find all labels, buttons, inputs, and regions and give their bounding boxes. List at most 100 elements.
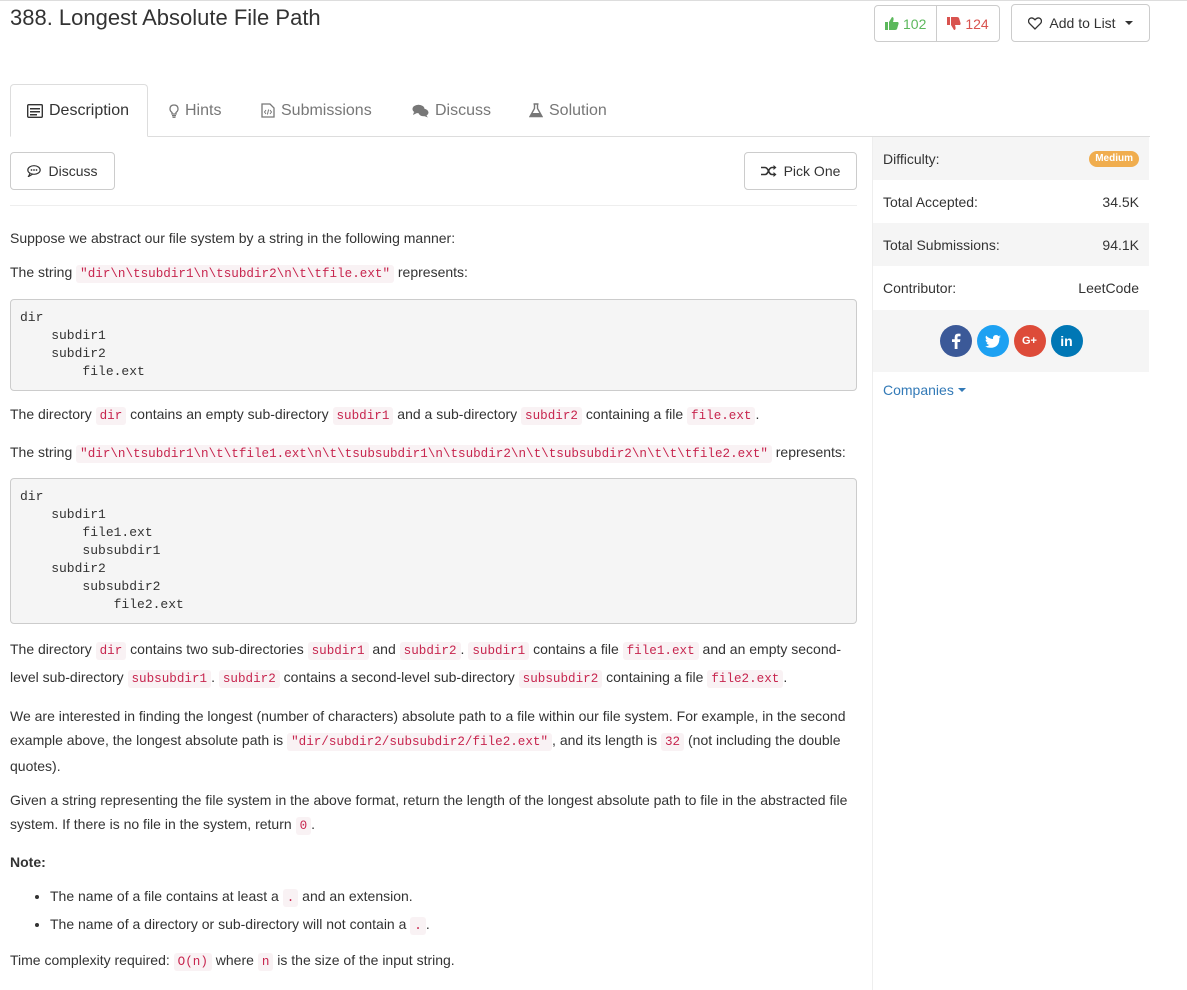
description-paragraph: The directory dir contains two sub-direc… — [10, 636, 857, 692]
inline-text: and an extension. — [298, 888, 413, 904]
inline-code: "dir\n\tsubdir1\n\t\tfile1.ext\n\t\tsubs… — [76, 445, 772, 463]
tab-submissions-label: Submissions — [281, 101, 372, 119]
inline-code: 32 — [661, 733, 685, 751]
comments-icon — [412, 104, 429, 117]
add-to-list-button[interactable]: Add to List — [1011, 4, 1150, 42]
inline-text: contains two sub-directories — [126, 641, 308, 657]
inline-text: Given a string representing the file sys… — [10, 792, 848, 832]
inline-text: . — [425, 916, 430, 932]
contributor-row: Contributor: LeetCode — [873, 266, 1149, 309]
inline-text: . — [211, 669, 219, 685]
tab-solution[interactable]: Solution — [529, 84, 607, 137]
tab-description[interactable]: Description — [10, 84, 148, 137]
tab-hints-label: Hints — [185, 101, 222, 119]
inline-text: containing a file — [581, 406, 688, 422]
problem-title: 388. Longest Absolute File Path — [10, 5, 321, 30]
inline-code: n — [257, 953, 274, 971]
inline-text: The directory — [10, 641, 96, 657]
description-paragraph: Given a string representing the file sys… — [10, 788, 857, 838]
difficulty-row: Difficulty: Medium — [873, 137, 1149, 180]
inline-code: subsubdir2 — [518, 670, 603, 688]
code-block: dir subdir1 subdir2 file.ext — [10, 299, 857, 391]
list-item: The name of a file contains at least a .… — [50, 884, 857, 910]
discuss-button[interactable]: Discuss — [10, 152, 115, 190]
inline-code: "dir\n\tsubdir1\n\tsubdir2\n\t\tfile.ext… — [76, 265, 394, 283]
inline-text: The name of a directory or sub-directory… — [50, 916, 411, 932]
tab-submissions[interactable]: Submissions — [261, 84, 372, 137]
inline-text: The directory — [10, 406, 96, 422]
tab-hints[interactable]: Hints — [169, 84, 221, 137]
inline-code: "dir/subdir2/subsubdir2/file2.ext" — [287, 733, 553, 751]
content-divider — [10, 205, 857, 206]
inline-text: contains an empty sub-directory — [126, 406, 333, 422]
inline-text: represents: — [394, 264, 468, 280]
share-buttons: G+ in — [873, 309, 1149, 372]
top-border — [0, 0, 1187, 1]
inline-code: dir — [95, 407, 127, 425]
inline-text: where — [211, 952, 258, 968]
inline-code: subdir1 — [307, 642, 369, 660]
inline-code: dir — [95, 642, 127, 660]
companies-dropdown[interactable]: Companies — [873, 372, 1149, 408]
flask-icon — [529, 103, 543, 118]
inline-code: 0 — [295, 817, 312, 835]
linkedin-icon[interactable]: in — [1050, 325, 1083, 357]
description-paragraph: The string "dir\n\tsubdir1\n\tsubdir2\n\… — [10, 260, 857, 286]
vote-group: 102 124 — [874, 5, 1000, 42]
upvote-button[interactable]: 102 — [875, 6, 936, 41]
heart-icon — [1028, 16, 1043, 30]
difficulty-badge: Medium — [1089, 150, 1139, 167]
tab-description-label: Description — [49, 101, 130, 119]
inline-code: subdir1 — [468, 642, 530, 660]
list-item: The name of a directory or sub-directory… — [50, 912, 857, 938]
downvote-count: 124 — [965, 15, 989, 32]
submissions-label: Total Submissions: — [883, 236, 1000, 253]
inline-code: O(n) — [173, 953, 212, 971]
accepted-row: Total Accepted: 34.5K — [873, 180, 1149, 223]
twitter-icon[interactable] — [976, 325, 1009, 357]
code-block: dir subdir1 file1.ext subsubdir1 subdir2… — [10, 478, 857, 624]
list-icon — [27, 103, 43, 118]
description-paragraph: The string "dir\n\tsubdir1\n\t\tfile1.ex… — [10, 440, 857, 466]
inline-text: , and its length is — [552, 732, 661, 748]
accepted-value: 34.5K — [1102, 193, 1139, 210]
description-paragraph: Suppose we abstract our file system by a… — [10, 230, 456, 246]
note-heading: Note: — [10, 854, 46, 870]
inline-code: subdir2 — [521, 407, 582, 425]
inline-code: . — [282, 889, 299, 907]
downvote-button[interactable]: 124 — [936, 6, 998, 41]
inline-text: The string — [10, 444, 77, 460]
difficulty-label: Difficulty: — [883, 150, 940, 167]
problem-sidebar: Difficulty: Medium Total Accepted: 34.5K… — [872, 137, 1149, 990]
pick-one-button[interactable]: Pick One — [744, 152, 857, 190]
contributor-label: Contributor: — [883, 279, 957, 296]
description-paragraph: Time complexity required: O(n) where n i… — [10, 948, 857, 974]
inline-text: represents: — [771, 444, 846, 460]
companies-label: Companies — [883, 382, 954, 398]
inline-text: . — [783, 669, 788, 685]
description-paragraph: Notice that a/aa/aaa/file1.txt is not th… — [10, 986, 857, 990]
inline-code: subdir2 — [399, 642, 461, 660]
discuss-button-label: Discuss — [48, 163, 98, 179]
google-plus-icon[interactable]: G+ — [1013, 325, 1046, 357]
inline-text: and — [368, 641, 400, 657]
comment-icon — [27, 165, 42, 177]
description-paragraph: We are interested in finding the longest… — [10, 704, 857, 778]
inline-code: subdir1 — [332, 407, 394, 425]
inline-text: The name of a file contains at least a — [50, 888, 283, 904]
inline-code: file.ext — [687, 407, 756, 425]
inline-code: file2.ext — [707, 670, 784, 688]
inline-text: contains a file — [529, 641, 623, 657]
submissions-value: 94.1K — [1102, 236, 1139, 253]
inline-text: is the size of the input string. — [273, 952, 455, 968]
tab-discuss[interactable]: Discuss — [412, 84, 491, 137]
chevron-down-icon — [957, 388, 966, 392]
facebook-icon[interactable] — [939, 325, 972, 357]
inline-code: subsubdir1 — [127, 670, 212, 688]
lightbulb-icon — [169, 103, 179, 118]
inline-text: Time complexity required: — [10, 952, 174, 968]
problem-tabs: Description Hints Submissions Discuss So… — [10, 84, 1150, 137]
inline-code: file1.ext — [622, 642, 699, 660]
accepted-label: Total Accepted: — [883, 193, 978, 210]
note-list: The name of a file contains at least a .… — [30, 884, 857, 938]
